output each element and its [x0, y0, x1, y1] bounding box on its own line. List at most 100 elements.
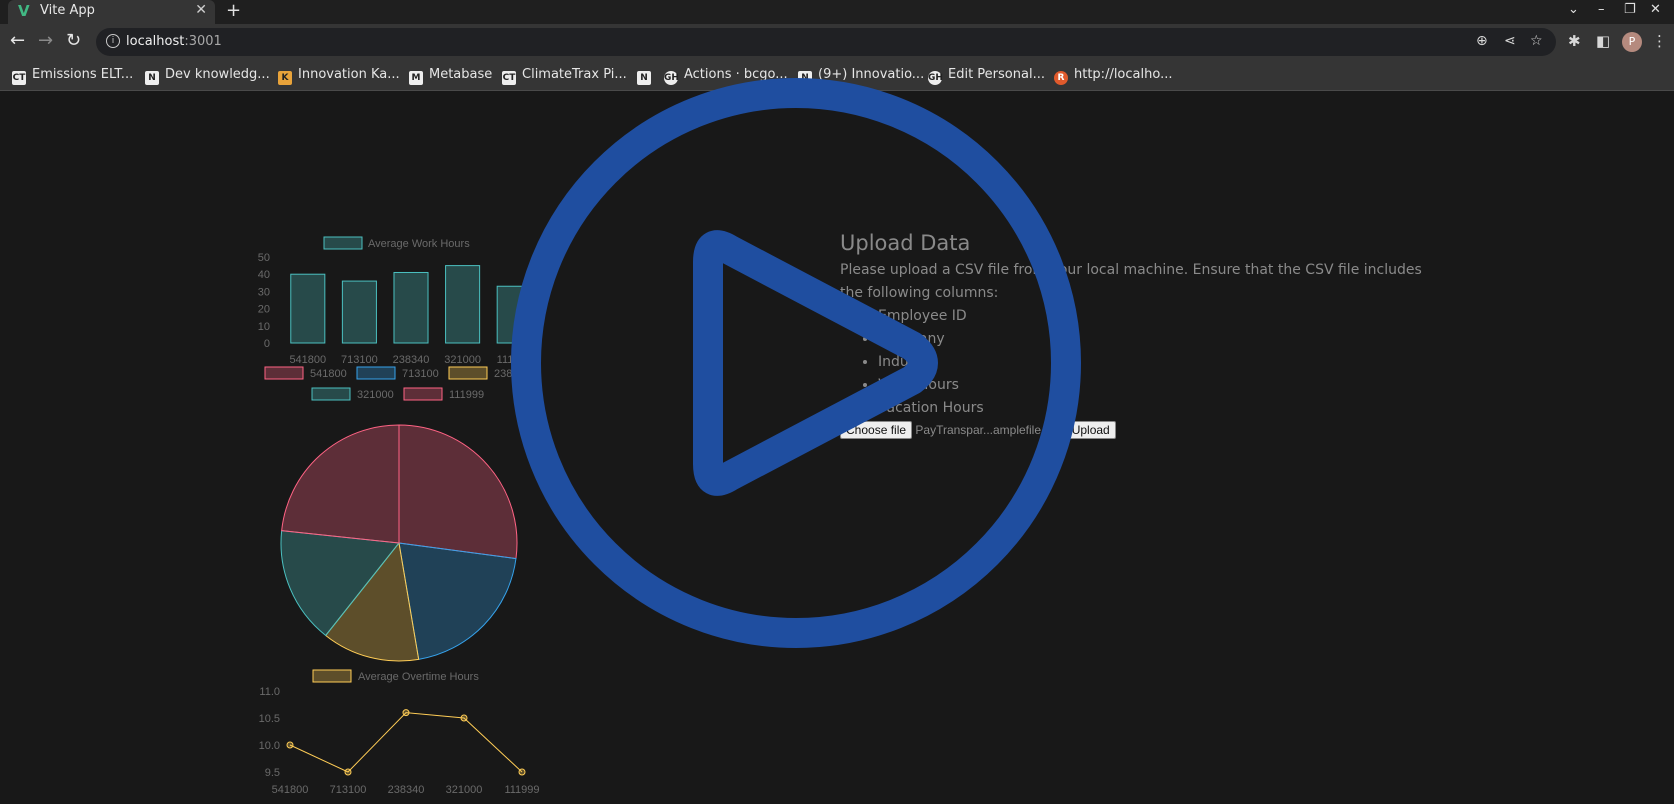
reload-icon[interactable]: ↻ [66, 30, 81, 51]
legend-label: 321000 [357, 389, 394, 401]
bar [341, 280, 377, 344]
legend-swatch[interactable] [323, 236, 363, 250]
active-tab[interactable]: V Vite App ✕ [8, 0, 215, 24]
notion-icon: N [637, 71, 651, 85]
file-name: PayTranspar...amplefile.csv [915, 423, 1063, 437]
x-tick-label: 321000 [444, 354, 481, 366]
line-chart: Average Overtime Hours 9.5 10.0 10.5 11.0 5… [259, 669, 540, 796]
upload-section: Upload Data Please upload a CSV file fro… [840, 231, 1440, 439]
back-icon[interactable]: ← [10, 30, 25, 51]
bar [290, 273, 326, 344]
legend-label: 713100 [402, 368, 439, 380]
file-input-row: Choose file PayTranspar...amplefile.csv … [840, 421, 1440, 439]
charts-area: Average Work Hours 0 10 20 30 40 50 541800 713… [258, 236, 540, 796]
x-tick-label: 713100 [341, 354, 378, 366]
x-tick-label: 111999 [504, 784, 539, 796]
pie-slice [281, 424, 400, 544]
legend-swatch [264, 366, 304, 380]
site-info-icon[interactable]: i [106, 34, 120, 48]
minimize-icon[interactable]: – [1598, 2, 1605, 17]
share-icon[interactable]: ⋖ [1504, 33, 1516, 49]
list-item: Work Hours [878, 374, 1440, 397]
bookmark-item[interactable]: GH Edit Personal... [928, 67, 1045, 85]
legend-swatch [448, 366, 488, 380]
bar [496, 285, 532, 344]
pie-chart: 541800 713100 238340 321000 111999 [264, 366, 531, 662]
github-icon: GH [928, 71, 943, 85]
climatetrax-icon: CT [502, 71, 516, 85]
y-tick-label: 10 [258, 321, 270, 333]
pie-slice [398, 424, 518, 560]
bookmark-star-icon[interactable]: ☆ [1530, 33, 1543, 49]
y-tick-label: 20 [258, 304, 270, 316]
tab-title: Vite App [40, 3, 95, 18]
legend-label[interactable]: Average Overtime Hours [358, 671, 479, 683]
x-tick-label: 713100 [330, 784, 367, 796]
list-item: Employee ID [878, 305, 1440, 328]
close-icon[interactable]: ✕ [195, 2, 207, 18]
bookmark-item[interactable]: Rhttp://localho... [1054, 67, 1172, 85]
bar [393, 271, 429, 344]
metabase-icon: M [409, 71, 423, 85]
bookmark-item[interactable]: N (9+) Innovatio... [798, 67, 924, 85]
list-item: Vacation Hours [878, 397, 1440, 420]
legend-label: 541800 [310, 368, 347, 380]
kanban-icon: K [278, 71, 292, 85]
legend-swatch [311, 387, 351, 401]
legend-swatch [356, 366, 396, 380]
address-bar[interactable]: i localhost:3001 ⊕ ⋖ ☆ [96, 28, 1556, 56]
forward-icon[interactable]: → [38, 30, 53, 51]
x-tick-label: 541800 [272, 784, 309, 796]
url-text[interactable]: localhost:3001 [126, 34, 222, 49]
list-item: Industry [878, 351, 1440, 374]
bookmark-item[interactable]: CT ClimateTrax Pi... [502, 67, 627, 85]
tab-search-icon[interactable]: ⌄ [1568, 2, 1579, 17]
y-tick-label: 11.0 [259, 686, 280, 698]
legend-label[interactable]: Average Work Hours [368, 238, 470, 250]
y-tick-label: 40 [258, 269, 270, 281]
legend-swatch[interactable] [312, 669, 352, 683]
new-tab-button[interactable]: + [226, 0, 241, 21]
bar-chart: Average Work Hours 0 10 20 30 40 50 541800 713… [258, 236, 532, 366]
y-tick-label: 10.5 [259, 713, 280, 725]
x-tick-label: 111999 [497, 354, 532, 366]
notion-icon: N [145, 71, 159, 85]
notion-icon: N [798, 71, 812, 85]
restore-icon[interactable]: ❐ [1624, 2, 1636, 17]
list-item: Company [878, 328, 1440, 351]
y-tick-label: 50 [258, 252, 270, 264]
app-page: Average Work Hours 0 10 20 30 40 50 541800 713… [0, 91, 1674, 804]
columns-list: Employee ID Company Industry Work Hours … [840, 305, 1440, 420]
climatetrax-icon: CT [12, 71, 26, 85]
profile-avatar[interactable]: P [1622, 32, 1642, 52]
bookmark-item[interactable]: K Innovation Ka... [278, 67, 400, 85]
bookmark-item[interactable]: CT Emissions ELT... [12, 67, 133, 85]
bar [445, 265, 481, 344]
y-tick-label: 9.5 [265, 767, 280, 779]
vue-logo-icon: V [18, 2, 30, 20]
bookmark-item[interactable]: M Metabase [409, 67, 492, 85]
extensions-icon[interactable]: ✱ [1568, 32, 1581, 50]
series-line [289, 712, 523, 773]
zoom-icon[interactable]: ⊕ [1476, 33, 1488, 49]
legend-swatch [403, 387, 443, 401]
upload-button[interactable]: Upload [1065, 421, 1116, 439]
browser-toolbar: ← → ↻ i localhost:3001 ⊕ ⋖ ☆ ✱ ◧ P ⋮ [0, 24, 1674, 60]
close-window-icon[interactable]: ✕ [1650, 2, 1661, 17]
upload-description: Please upload a CSV file from your local… [840, 262, 1422, 301]
github-icon: GH [664, 71, 679, 85]
data-point [518, 768, 526, 776]
side-panel-icon[interactable]: ◧ [1596, 32, 1610, 50]
data-point [460, 714, 468, 722]
legend-label: 238340 [494, 368, 531, 380]
y-tick-label: 0 [264, 338, 270, 350]
choose-file-button[interactable]: Choose file [840, 421, 913, 439]
data-point [286, 741, 294, 749]
bookmark-item[interactable]: N Dev knowledg... [145, 67, 270, 85]
y-tick-label: 30 [258, 286, 270, 298]
menu-icon[interactable]: ⋮ [1652, 32, 1667, 50]
bookmark-item[interactable]: GH Actions · bcgo... [664, 67, 788, 85]
bookmark-item[interactable]: N [637, 67, 657, 85]
x-tick-label: 321000 [446, 784, 483, 796]
upload-title: Upload Data [840, 231, 971, 255]
